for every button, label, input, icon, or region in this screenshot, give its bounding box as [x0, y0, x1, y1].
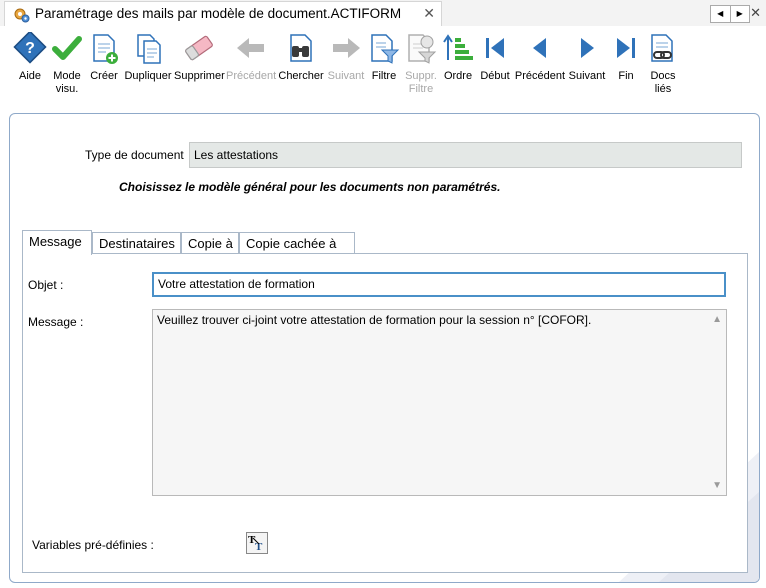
toolbar-button-dupliquer[interactable]: Dupliquer	[124, 32, 172, 83]
toolbar-label: Suppr. Filtre	[405, 70, 437, 95]
insert-variable-icon: T T	[248, 534, 263, 553]
objet-input[interactable]: Votre attestation de formation	[152, 272, 726, 297]
toolbar-label: Dupliquer	[124, 70, 172, 82]
tab-copie-a[interactable]: Copie à	[181, 232, 239, 254]
tab-content-message: Objet : Votre attestation de formation M…	[22, 253, 748, 573]
svg-text:T: T	[255, 541, 263, 553]
insert-variable-button[interactable]: T T	[246, 532, 268, 554]
sort-order-icon	[443, 34, 473, 60]
remove-filter-icon	[408, 34, 437, 64]
app-gear-icon	[14, 8, 30, 23]
toolbar-button-docs-lies[interactable]: Docs liés	[644, 32, 682, 96]
toolbar-button-precedent-record[interactable]: Précédent	[514, 32, 566, 83]
toolbar-label: Ordre	[443, 70, 473, 82]
toolbar-label: Suivant	[568, 70, 606, 82]
scroll-down-icon[interactable]: ▼	[712, 480, 722, 491]
toolbar-label: Mode visu.	[53, 70, 81, 95]
scroll-up-icon[interactable]: ▲	[712, 314, 722, 325]
document-tab[interactable]: Paramétrage des mails par modèle de docu…	[4, 1, 442, 26]
objet-label: Objet :	[28, 278, 64, 292]
toolbar-button-suivant-search[interactable]: Suivant	[324, 32, 368, 83]
toolbar-button-chercher[interactable]: Chercher	[278, 32, 324, 83]
help-icon: ?	[13, 32, 47, 64]
linked-docs-icon	[651, 34, 673, 62]
arrow-right-icon	[333, 38, 360, 58]
checkmark-icon	[52, 36, 82, 60]
toolbar-label: Aide	[18, 70, 42, 82]
toolbar-button-suivant-record[interactable]: Suivant	[566, 32, 608, 83]
toolbar-button-precedent-search[interactable]: Précédent	[226, 32, 276, 83]
arrow-left-icon	[237, 38, 264, 58]
toolbar: ? Aide Mode visu. Créer Dupliquer Suppri…	[0, 26, 766, 110]
tab-message[interactable]: Message	[22, 230, 92, 255]
hint-text: Choisissez le modèle général pour les do…	[119, 180, 501, 194]
next-record-icon	[581, 38, 594, 58]
toolbar-button-suppr-filtre[interactable]: Suppr. Filtre	[402, 32, 440, 96]
message-text: Veuillez trouver ci-joint votre attestat…	[157, 313, 592, 327]
toolbar-label: Précédent	[514, 70, 566, 82]
toolbar-button-ordre[interactable]: Ordre	[440, 32, 476, 83]
first-record-icon	[486, 38, 504, 58]
previous-record-icon	[533, 38, 546, 58]
eraser-icon	[185, 35, 213, 61]
svg-text:?: ?	[25, 40, 35, 57]
document-tab-strip: Paramétrage des mails par modèle de docu…	[0, 0, 766, 27]
tab-copie-cachee-a[interactable]: Copie cachée à	[239, 232, 355, 254]
filter-icon	[371, 34, 400, 64]
toolbar-label: Fin	[618, 70, 634, 82]
window-title: Paramétrage des mails par modèle de docu…	[35, 6, 402, 21]
form-panel: Type de document Les attestations Choisi…	[9, 113, 760, 583]
toolbar-button-debut[interactable]: Début	[477, 32, 513, 83]
tab-scroll-arrows: ◀ ▶	[710, 5, 750, 23]
toolbar-label: Chercher	[278, 70, 324, 82]
tab-scroll-left-icon[interactable]: ◀	[711, 6, 730, 22]
last-record-icon	[617, 38, 635, 58]
toolbar-label: Suivant	[327, 70, 365, 82]
tab-scroll-right-icon[interactable]: ▶	[729, 6, 750, 22]
toolbar-button-creer[interactable]: Créer	[86, 32, 122, 83]
document-type-field: Les attestations	[189, 142, 742, 168]
message-textarea[interactable]: Veuillez trouver ci-joint votre attestat…	[152, 309, 727, 496]
toolbar-label: Filtre	[371, 70, 397, 82]
message-label: Message :	[28, 315, 84, 329]
toolbar-button-filtre[interactable]: Filtre	[366, 32, 402, 83]
toolbar-label: Précédent	[226, 70, 277, 82]
toolbar-label: Supprimer	[174, 70, 225, 82]
toolbar-label: Créer	[90, 70, 118, 82]
toolbar-button-fin[interactable]: Fin	[608, 32, 644, 83]
variables-label: Variables pré-définies :	[32, 538, 154, 552]
binoculars-icon	[290, 34, 312, 62]
create-doc-icon	[93, 34, 118, 64]
window-close-icon[interactable]: ✕	[750, 5, 761, 21]
toolbar-label: Début	[480, 70, 510, 82]
duplicate-icon	[137, 34, 161, 64]
close-tab-icon[interactable]: ✕	[423, 5, 435, 22]
toolbar-button-supprimer[interactable]: Supprimer	[174, 32, 225, 83]
toolbar-button-aide[interactable]: ? Aide	[10, 32, 50, 83]
toolbar-label: Docs liés	[650, 70, 676, 95]
toolbar-button-mode-visu[interactable]: Mode visu.	[49, 32, 85, 96]
document-type-label: Type de document	[85, 148, 184, 162]
tab-destinataires[interactable]: Destinataires	[92, 232, 181, 254]
